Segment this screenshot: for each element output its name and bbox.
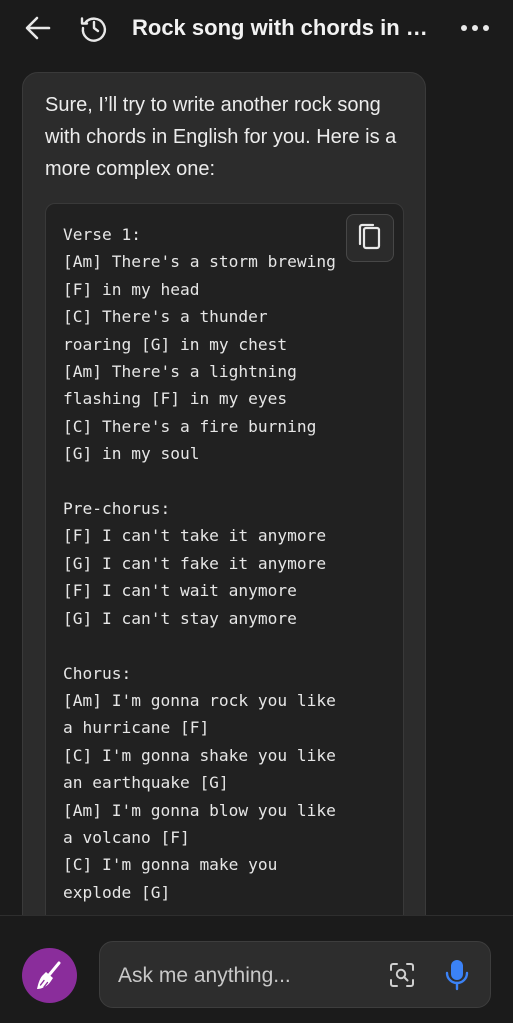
top-bar: Rock song with chords in English	[0, 0, 513, 56]
message-input-box[interactable]	[99, 941, 491, 1009]
copy-button[interactable]	[346, 214, 394, 262]
new-topic-button[interactable]	[22, 948, 77, 1003]
voice-input-button[interactable]	[444, 958, 470, 992]
visual-search-icon	[390, 963, 414, 987]
assistant-message: Sure, I’ll try to write another rock son…	[22, 72, 426, 1003]
ask-input[interactable]	[118, 942, 368, 1009]
code-block: Verse 1: [Am] There's a storm brewing [F…	[45, 203, 404, 1003]
back-button[interactable]	[22, 12, 54, 44]
history-button[interactable]	[78, 12, 110, 44]
message-intro-text: Sure, I’ll try to write another rock son…	[45, 94, 397, 180]
more-options-button[interactable]	[458, 12, 492, 44]
broom-icon	[37, 961, 61, 989]
arrow-left-icon	[25, 16, 51, 40]
copy-icon	[358, 223, 381, 250]
chat-screen: Rock song with chords in English Sure, I…	[0, 0, 513, 1023]
conversation-title: Rock song with chords in English	[132, 15, 432, 40]
history-clock-icon	[80, 17, 107, 42]
microphone-icon	[445, 960, 469, 991]
composer-bar	[0, 915, 513, 1023]
more-horizontal-icon	[461, 25, 489, 31]
visual-search-button[interactable]	[388, 961, 416, 989]
song-lyrics-code: Verse 1: [Am] There's a storm brewing [F…	[63, 225, 336, 902]
